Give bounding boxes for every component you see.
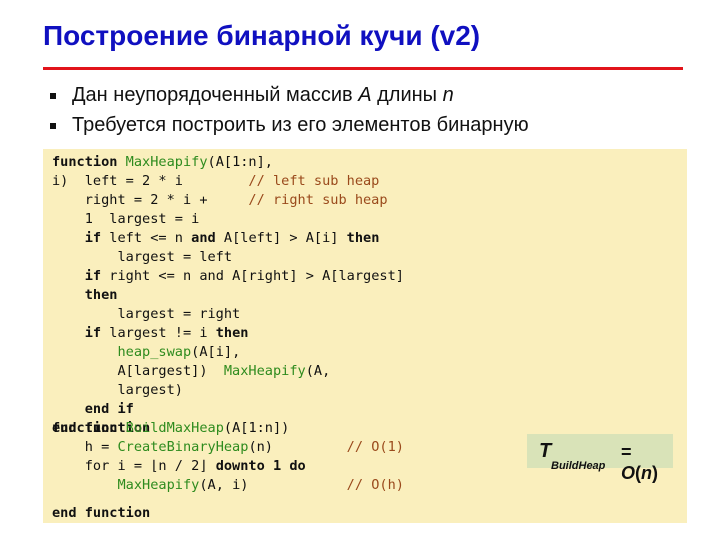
bullet-list: Дан неупорядоченный массив A длины n Тре… [50, 80, 529, 140]
code-line: then [52, 286, 118, 305]
code-text: for i = ⌊n / 2⌋ [52, 458, 216, 474]
code-line: largest = right [52, 305, 240, 324]
code-text: (A, [305, 363, 331, 379]
code-keyword: then [84, 287, 118, 303]
code-comment: // O(1) [346, 439, 404, 455]
code-text: h = [52, 439, 118, 455]
code-function-name: MaxHeapify [223, 363, 306, 379]
code-keyword: if [84, 230, 102, 246]
bullet-item: Дан неупорядоченный массив A длины n [50, 80, 529, 110]
code-line: largest = left [52, 248, 232, 267]
formula-paren-close: ) [652, 463, 659, 483]
code-line: i) left = 2 * i // left sub heap [52, 172, 379, 191]
code-line: function MaxHeapify(A[1:n], [52, 153, 273, 172]
formula-symbol: T [539, 440, 552, 462]
code-text: largest != i [101, 325, 216, 341]
code-keyword: end if [84, 401, 134, 417]
bullet-text: Дан неупорядоченный массив [72, 84, 359, 106]
code-text: (A[1:n], [207, 154, 273, 170]
code-text: (A[i], [191, 344, 241, 360]
bullet-text-middle: длины [371, 84, 443, 106]
code-text: (n) [248, 439, 347, 455]
code-comment: // left sub heap [248, 173, 380, 189]
code-text: 1 largest = i [52, 211, 200, 227]
code-line: MaxHeapify(A, i) // O(h) [52, 476, 404, 495]
formula-subscript: BuildHeap [551, 460, 606, 472]
code-function-name: MaxHeapify [125, 154, 208, 170]
formula-rhs: = O(n) [621, 442, 673, 484]
code-function-name: MaxHeapify [117, 477, 200, 493]
code-comment: // O(h) [346, 477, 404, 493]
bullet-item: Требуется построить из его элементов бин… [50, 110, 529, 140]
code-line: for i = ⌊n / 2⌋ downto 1 do [52, 457, 306, 476]
code-function-name: heap_swap [117, 344, 192, 360]
code-text: largest = right [52, 306, 241, 322]
code-line: end if [52, 400, 134, 419]
code-function-name: CreateBinaryHeap [117, 439, 249, 455]
code-keyword: then [346, 230, 380, 246]
code-text: (A[1:n]) [223, 420, 290, 436]
code-keyword: and [191, 230, 216, 246]
code-text: largest = left [52, 249, 233, 265]
bullet-text: Требуется построить из его элементов бин… [72, 114, 529, 136]
code-function-name: BuildMaxHeap [125, 420, 224, 436]
code-keyword: then [215, 325, 249, 341]
variable-a: A [358, 84, 372, 106]
code-keyword: if [84, 268, 102, 284]
bullet-square-icon [50, 123, 56, 129]
slide-title: Построение бинарной кучи (v2) [43, 20, 481, 51]
code-text: A[largest]) [52, 363, 224, 379]
code-text: (A, i) [199, 477, 347, 493]
code-line: if left <= n and A[left] > A[i] then [52, 229, 380, 248]
code-text: A[left] > A[i] [215, 230, 347, 246]
code-line: if right <= n and A[right] > A[largest] [52, 267, 404, 286]
code-text: i) left = 2 * i [52, 173, 249, 189]
code-line: h = CreateBinaryHeap(n) // O(1) [52, 438, 404, 457]
title-underline [43, 67, 683, 70]
code-comment: // right sub heap [248, 192, 388, 208]
formula-equals: = [621, 442, 632, 462]
code-keyword: downto 1 do [215, 458, 306, 474]
code-line: A[largest]) MaxHeapify(A, [52, 362, 330, 381]
code-keyword: end function [52, 505, 151, 521]
code-text: right = 2 * i + [52, 192, 249, 208]
complexity-formula: T BuildHeap = O(n) [527, 434, 673, 483]
code-line: largest) [52, 381, 183, 400]
code-text: largest) [52, 382, 183, 398]
code-line: end function [52, 504, 150, 523]
code-line: 1 largest = i [52, 210, 200, 229]
code-line: if largest != i then [52, 324, 249, 343]
code-line: function BuildMaxHeap(A[1:n]) [52, 419, 289, 438]
formula-big-o: O [621, 463, 636, 483]
formula-var: n [641, 463, 653, 483]
code-keyword: function [52, 420, 118, 436]
code-line: right = 2 * i + // right sub heap [52, 191, 388, 210]
bullet-square-icon [50, 93, 56, 99]
variable-n: n [442, 84, 454, 106]
code-keyword: if [84, 325, 102, 341]
code-text: left <= n [101, 230, 192, 246]
code-line: heap_swap(A[i], [52, 343, 240, 362]
code-text: right <= n and A[right] > A[largest] [101, 268, 404, 284]
code-keyword: function [52, 154, 118, 170]
